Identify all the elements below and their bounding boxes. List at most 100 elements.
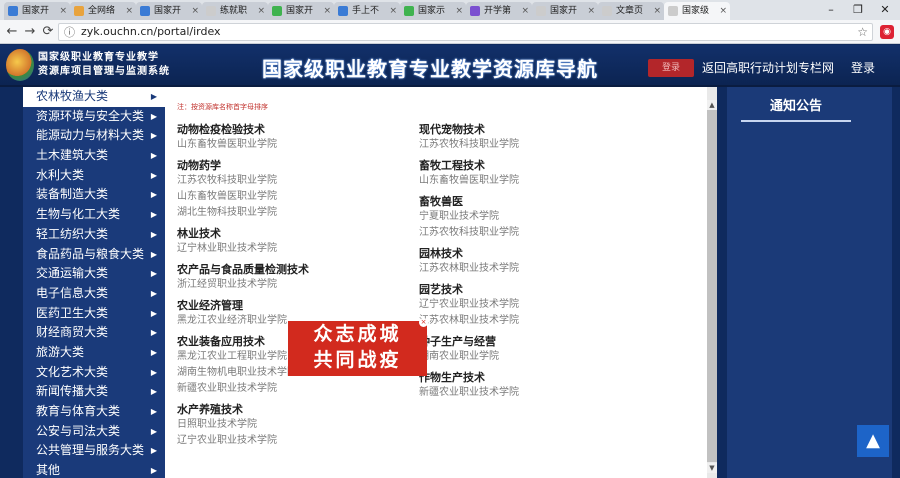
- school-link[interactable]: 江苏农牧科技职业学院: [419, 137, 649, 153]
- sidebar-item[interactable]: 轻工纺织大类 ▶: [23, 225, 165, 245]
- sidebar-item[interactable]: 旅游大类 ▶: [23, 343, 165, 363]
- school-link[interactable]: 湖南农业职业学院: [419, 349, 649, 365]
- tab-close-icon[interactable]: ×: [455, 2, 463, 20]
- campaign-banner[interactable]: 众志成城 共同战疫: [288, 321, 427, 376]
- browser-tab[interactable]: 文章页 ×: [598, 2, 664, 20]
- site-logo-icon[interactable]: [6, 49, 34, 81]
- school-link[interactable]: 江苏农林职业技术学院: [419, 261, 649, 277]
- close-window-button[interactable]: ✕: [872, 0, 898, 20]
- login-link[interactable]: 登录: [851, 59, 875, 76]
- sidebar-item[interactable]: 水利大类 ▶: [23, 166, 165, 186]
- school-link[interactable]: 辽宁农业职业技术学院: [419, 297, 649, 313]
- browser-tab[interactable]: 国家示 ×: [400, 2, 466, 20]
- sidebar-item-label: 旅游大类: [36, 344, 85, 359]
- sidebar-item[interactable]: 教育与体育大类 ▶: [23, 402, 165, 422]
- tab-close-icon[interactable]: ×: [59, 2, 67, 20]
- sidebar-item[interactable]: 交通运输大类 ▶: [23, 264, 165, 284]
- bookmark-star-icon[interactable]: ☆: [857, 24, 868, 40]
- reload-icon[interactable]: ⟳: [40, 23, 56, 41]
- browser-tab[interactable]: 国家开 ×: [136, 2, 202, 20]
- tab-close-icon[interactable]: ×: [389, 2, 397, 20]
- school-link[interactable]: 江苏农牧科技职业学院: [177, 173, 407, 189]
- sidebar-item[interactable]: 公安与司法大类 ▶: [23, 422, 165, 442]
- back-icon[interactable]: ←: [4, 23, 20, 41]
- school-link[interactable]: 新疆农业职业技术学院: [419, 385, 649, 401]
- sidebar-item[interactable]: 公共管理与服务大类 ▶: [23, 441, 165, 461]
- resource-major-link[interactable]: 种子生产与经营: [419, 334, 649, 349]
- sidebar-item[interactable]: 其他 ▶: [23, 461, 165, 478]
- tab-close-icon[interactable]: ×: [191, 2, 199, 20]
- school-link[interactable]: 山东畜牧兽医职业学院: [177, 137, 407, 153]
- browser-tab[interactable]: 国家开 ×: [268, 2, 334, 20]
- school-link[interactable]: 山东畜牧兽医职业学院: [419, 173, 649, 189]
- sidebar-item[interactable]: 财经商贸大类 ▶: [23, 323, 165, 343]
- school-link[interactable]: 日照职业技术学院: [177, 417, 407, 433]
- school-link[interactable]: 辽宁农业职业技术学院: [177, 433, 407, 449]
- school-link[interactable]: 山东畜牧兽医职业学院: [177, 189, 407, 205]
- back-to-top-icon[interactable]: ▲: [857, 425, 889, 457]
- tab-close-icon[interactable]: ×: [587, 2, 595, 20]
- school-link[interactable]: 辽宁林业职业技术学院: [177, 241, 407, 257]
- sidebar-item[interactable]: 食品药品与粮食大类 ▶: [23, 245, 165, 265]
- banner-line2: 共同战疫: [313, 349, 402, 371]
- tab-close-icon[interactable]: ×: [257, 2, 265, 20]
- browser-tab[interactable]: 开学第 ×: [466, 2, 532, 20]
- sidebar-item[interactable]: 能源动力与材料大类 ▶: [23, 126, 165, 146]
- resource-major-link[interactable]: 农业经济管理: [177, 298, 407, 313]
- scroll-down-icon[interactable]: ▼: [707, 463, 717, 473]
- tab-label: 手上不: [352, 6, 380, 16]
- content-scrollbar[interactable]: [707, 110, 717, 462]
- tab-close-icon[interactable]: ×: [521, 2, 529, 20]
- sidebar-item[interactable]: 装备制造大类 ▶: [23, 185, 165, 205]
- resource-major-link[interactable]: 林业技术: [177, 226, 407, 241]
- browser-tab[interactable]: 国家级 ×: [664, 2, 730, 20]
- chevron-right-icon: ▶: [150, 328, 157, 338]
- sidebar-item[interactable]: 文化艺术大类 ▶: [23, 363, 165, 383]
- resource-major-link[interactable]: 动物药学: [177, 158, 407, 173]
- sidebar-item[interactable]: 资源环境与安全大类 ▶: [23, 107, 165, 127]
- resource-major-link[interactable]: 畜牧兽医: [419, 194, 649, 209]
- sidebar-item[interactable]: 电子信息大类 ▶: [23, 284, 165, 304]
- sidebar-item[interactable]: 农林牧渔大类 ▶: [23, 87, 165, 107]
- sidebar-item[interactable]: 新闻传播大类 ▶: [23, 382, 165, 402]
- back-to-column-link[interactable]: 返回高职行动计划专栏网: [702, 59, 834, 76]
- resource-major-link[interactable]: 现代宠物技术: [419, 122, 649, 137]
- school-link[interactable]: 新疆农业职业技术学院: [177, 381, 407, 397]
- banner-close-icon[interactable]: ×: [419, 318, 428, 327]
- resource-major-link[interactable]: 动物检疫检验技术: [177, 122, 407, 137]
- school-link[interactable]: 湖北生物科技职业学院: [177, 205, 407, 221]
- login-button[interactable]: 登录: [648, 59, 694, 77]
- resource-major-link[interactable]: 作物生产技术: [419, 370, 649, 385]
- resource-major-link[interactable]: 水产养殖技术: [177, 402, 407, 417]
- school-link[interactable]: 浙江经贸职业技术学院: [177, 277, 407, 293]
- resource-major-link[interactable]: 园艺技术: [419, 282, 649, 297]
- logo-text: 国家级职业教育专业教学 资源库项目管理与监测系统: [38, 51, 170, 79]
- tab-close-icon[interactable]: ×: [653, 2, 661, 20]
- resource-major-link[interactable]: 园林技术: [419, 246, 649, 261]
- tab-close-icon[interactable]: ×: [323, 2, 331, 20]
- sidebar-item[interactable]: 医药卫生大类 ▶: [23, 304, 165, 324]
- browser-tab[interactable]: 全网络 ×: [70, 2, 136, 20]
- browser-tab[interactable]: 手上不 ×: [334, 2, 400, 20]
- info-icon[interactable]: ⓘ: [64, 25, 75, 41]
- browser-tab[interactable]: 练就职 ×: [202, 2, 268, 20]
- address-bar[interactable]: ⓘ zyk.ouchn.cn/portal/irdex ☆: [58, 23, 873, 41]
- scroll-up-icon[interactable]: ▲: [707, 100, 717, 110]
- school-link[interactable]: 宁夏职业技术学院: [419, 209, 649, 225]
- school-link[interactable]: 江苏农林职业技术学院: [419, 313, 649, 329]
- resource-major-link[interactable]: 农产品与食品质量检测技术: [177, 262, 407, 277]
- chevron-right-icon: ▶: [150, 151, 157, 161]
- browser-tab[interactable]: 国家开 ×: [532, 2, 598, 20]
- sidebar-item-label: 财经商贸大类: [36, 325, 109, 340]
- sidebar-item[interactable]: 生物与化工大类 ▶: [23, 205, 165, 225]
- forward-icon[interactable]: →: [22, 23, 38, 41]
- browser-tab[interactable]: 国家开 ×: [4, 2, 70, 20]
- resource-major-link[interactable]: 畜牧工程技术: [419, 158, 649, 173]
- school-link[interactable]: 江苏农牧科技职业学院: [419, 225, 649, 241]
- minimize-button[interactable]: –: [818, 0, 844, 20]
- extension-icon[interactable]: ◉: [880, 25, 894, 39]
- sidebar-item[interactable]: 土木建筑大类 ▶: [23, 146, 165, 166]
- tab-close-icon[interactable]: ×: [125, 2, 133, 20]
- tab-close-icon[interactable]: ×: [719, 2, 727, 20]
- maximize-button[interactable]: ❐: [845, 0, 871, 20]
